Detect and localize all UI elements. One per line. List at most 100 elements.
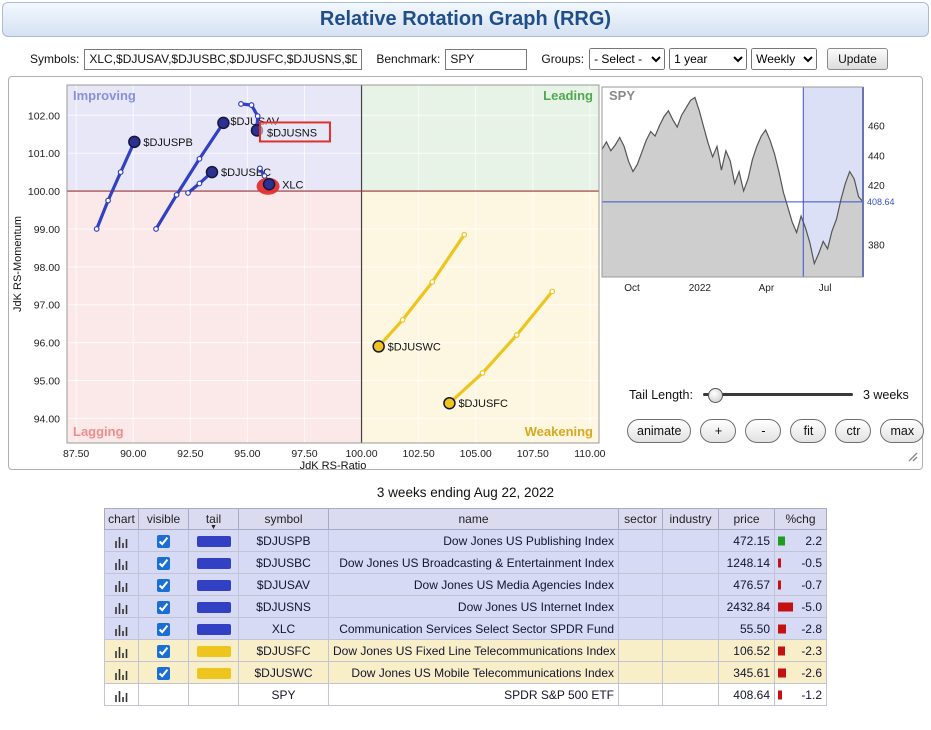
table-row: $DJUSFCDow Jones US Fixed Line Telecommu…: [105, 640, 827, 662]
col-header-chg[interactable]: %chg: [775, 509, 827, 530]
price-cell: 408.64: [719, 684, 775, 706]
tail-swatch[interactable]: [197, 624, 231, 635]
chart-icon[interactable]: [114, 621, 130, 635]
chart-cell[interactable]: [105, 530, 139, 552]
sector-cell: [619, 552, 663, 574]
col-header-tail[interactable]: tail▼: [189, 509, 239, 530]
visible-checkbox[interactable]: [157, 557, 170, 570]
chart-cell[interactable]: [105, 640, 139, 662]
svg-text:96.00: 96.00: [34, 338, 60, 350]
industry-cell: [663, 640, 719, 662]
chart-icon[interactable]: [114, 533, 130, 547]
visible-cell: [139, 552, 189, 574]
tail-swatch[interactable]: [197, 646, 231, 657]
chg-value: -0.7: [801, 578, 822, 592]
symbol-cell[interactable]: $DJUSNS: [239, 596, 329, 618]
symbol-cell[interactable]: $DJUSAV: [239, 574, 329, 596]
zoom-out-button[interactable]: -: [745, 419, 781, 443]
visible-checkbox[interactable]: [157, 623, 170, 636]
symbol-cell[interactable]: SPY: [239, 684, 329, 706]
svg-text:97.00: 97.00: [34, 300, 60, 312]
rrg-chart[interactable]: 87.5090.0092.5095.0097.50100.00102.50105…: [11, 77, 611, 469]
quadrant-label: Improving: [73, 88, 136, 103]
name-cell: Communication Services Select Sector SPD…: [329, 618, 619, 640]
visible-checkbox[interactable]: [157, 579, 170, 592]
price-cell: 2432.84: [719, 596, 775, 618]
chart-icon[interactable]: [114, 599, 130, 613]
tail-cell: [189, 640, 239, 662]
resize-handle[interactable]: [906, 449, 918, 467]
frequency-select[interactable]: Weekly: [751, 48, 817, 70]
tail-swatch[interactable]: [197, 558, 231, 569]
series-label: $DJUSFC: [458, 398, 508, 410]
svg-text:99.00: 99.00: [34, 224, 60, 236]
chg-bar: [778, 536, 785, 545]
col-header-sector[interactable]: sector: [619, 509, 663, 530]
symbol-cell[interactable]: $DJUSWC: [239, 662, 329, 684]
animate-button[interactable]: animate: [627, 419, 691, 443]
visible-cell: [139, 662, 189, 684]
series-label: $DJUSPB: [143, 137, 193, 149]
max-button[interactable]: max: [880, 419, 924, 443]
symbols-input[interactable]: [84, 49, 362, 70]
period-select[interactable]: 1 year: [669, 48, 747, 70]
tail-swatch[interactable]: [197, 536, 231, 547]
groups-select[interactable]: - Select -: [589, 48, 665, 70]
col-header-chart[interactable]: chart: [105, 509, 139, 530]
tail-swatch[interactable]: [197, 580, 231, 591]
tail-swatch[interactable]: [197, 668, 231, 679]
col-header-name[interactable]: name: [329, 509, 619, 530]
svg-text:94.00: 94.00: [34, 413, 60, 425]
slider-knob[interactable]: [708, 388, 723, 403]
chart-cell[interactable]: [105, 618, 139, 640]
center-button[interactable]: ctr: [835, 419, 871, 443]
visible-checkbox[interactable]: [157, 601, 170, 614]
chart-icon[interactable]: [114, 687, 130, 701]
industry-cell: [663, 684, 719, 706]
symbols-table: chartvisibletail▼symbolnamesectorindustr…: [104, 508, 827, 706]
visible-checkbox[interactable]: [157, 535, 170, 548]
chart-cell[interactable]: [105, 596, 139, 618]
industry-cell: [663, 552, 719, 574]
industry-cell: [663, 574, 719, 596]
sector-cell: [619, 640, 663, 662]
chart-icon[interactable]: [114, 555, 130, 569]
chart-cell[interactable]: [105, 574, 139, 596]
price-cell: 106.52: [719, 640, 775, 662]
symbol-cell[interactable]: XLC: [239, 618, 329, 640]
fit-button[interactable]: fit: [790, 419, 826, 443]
chart-cell[interactable]: [105, 552, 139, 574]
quadrant-label: Leading: [543, 88, 593, 103]
chart-cell[interactable]: [105, 662, 139, 684]
tail-length-slider[interactable]: [703, 387, 853, 402]
chart-icon[interactable]: [114, 643, 130, 657]
col-header-price[interactable]: price: [719, 509, 775, 530]
symbol-cell[interactable]: $DJUSPB: [239, 530, 329, 552]
benchmark-input[interactable]: [445, 49, 527, 70]
symbol-cell[interactable]: $DJUSBC: [239, 552, 329, 574]
chart-cell[interactable]: [105, 684, 139, 706]
name-cell: Dow Jones US Mobile Telecommunications I…: [329, 662, 619, 684]
tail-length-control: Tail Length: 3 weeks: [629, 387, 909, 402]
chart-icon[interactable]: [114, 577, 130, 591]
chart-icon[interactable]: [114, 665, 130, 679]
chg-value: -1.2: [801, 688, 822, 702]
svg-text:110.00: 110.00: [574, 448, 605, 460]
col-header-industry[interactable]: industry: [663, 509, 719, 530]
series-label: XLC: [282, 179, 303, 191]
visible-checkbox[interactable]: [157, 645, 170, 658]
table-row: $DJUSWCDow Jones US Mobile Telecommunica…: [105, 662, 827, 684]
price-cell: 345.61: [719, 662, 775, 684]
visible-checkbox[interactable]: [157, 667, 170, 680]
col-header-visible[interactable]: visible: [139, 509, 189, 530]
chg-cell: 2.2: [775, 530, 827, 552]
symbol-cell[interactable]: $DJUSFC: [239, 640, 329, 662]
sector-cell: [619, 530, 663, 552]
zoom-in-button[interactable]: +: [700, 419, 736, 443]
slider-track[interactable]: [703, 393, 853, 396]
page-header: Relative Rotation Graph (RRG): [2, 2, 929, 37]
update-button[interactable]: Update: [827, 48, 888, 70]
tail-cell: [189, 574, 239, 596]
tail-swatch[interactable]: [197, 602, 231, 613]
col-header-symbol[interactable]: symbol: [239, 509, 329, 530]
